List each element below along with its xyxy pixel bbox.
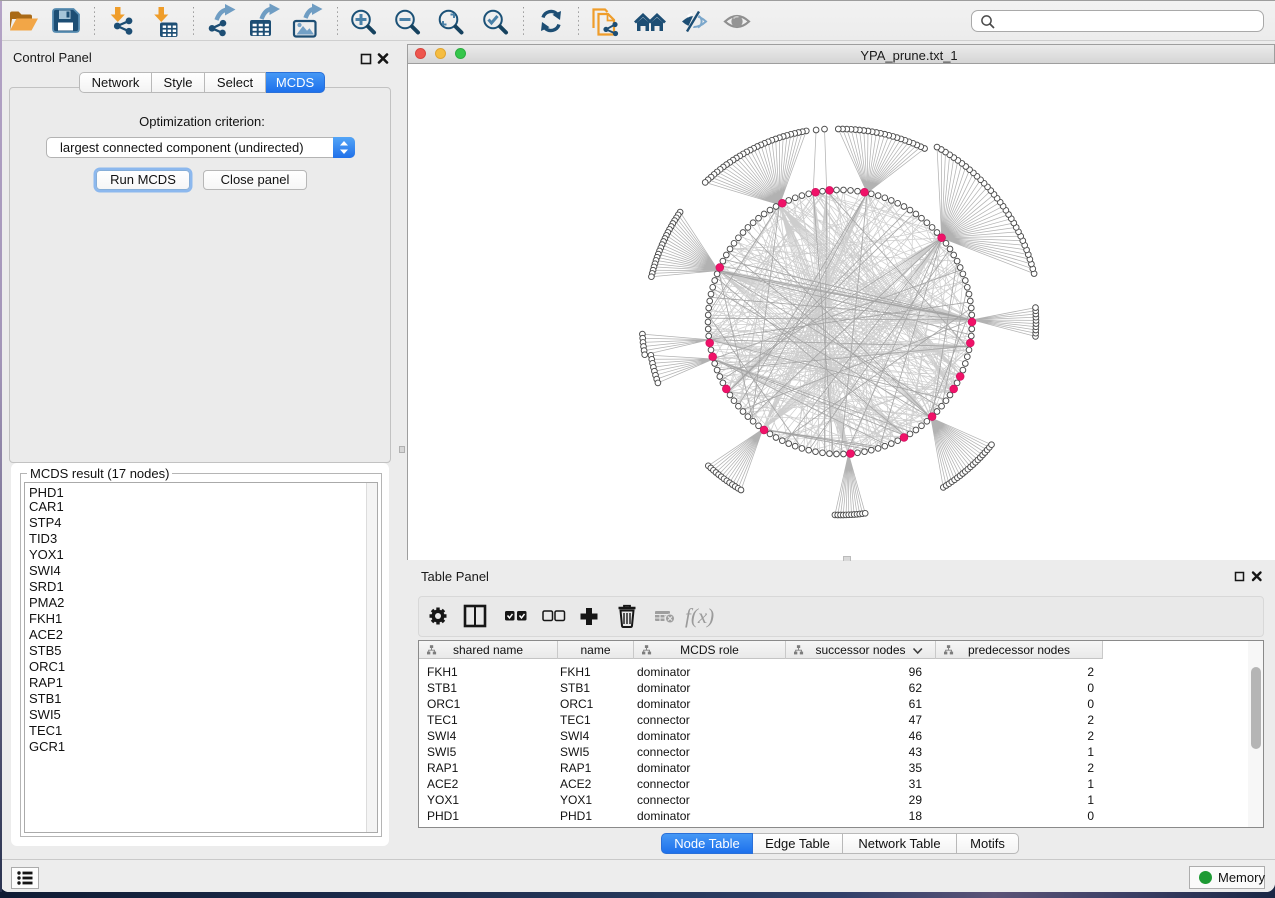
svg-text:f(x): f(x)	[685, 604, 714, 628]
